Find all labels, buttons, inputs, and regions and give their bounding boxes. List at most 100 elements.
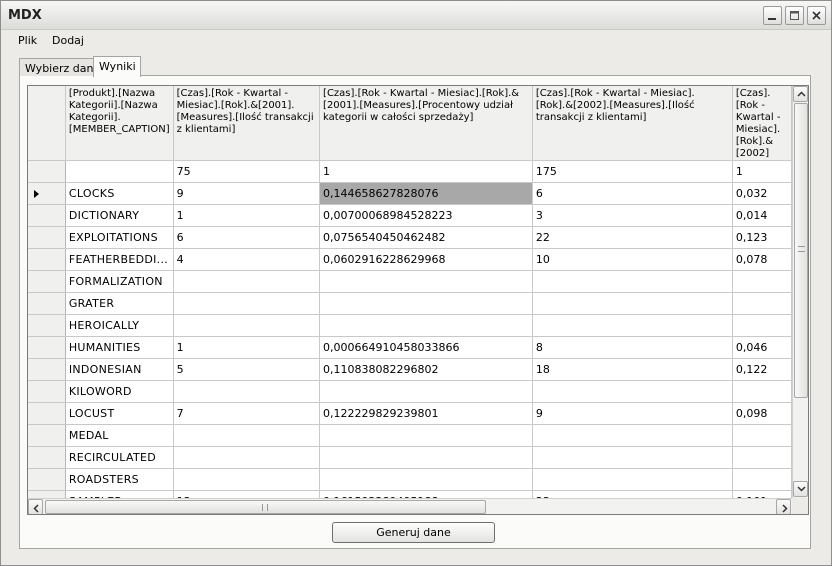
value-cell[interactable]: 0,110838082296802 — [319, 358, 533, 381]
value-cell[interactable] — [319, 314, 533, 337]
value-cell[interactable]: 1 — [173, 204, 321, 227]
value-cell[interactable]: 0,161592289495188 — [319, 490, 533, 498]
category-cell[interactable]: INDONESIAN — [65, 358, 174, 381]
value-cell[interactable]: 0,122229829239801 — [319, 402, 533, 425]
column-header[interactable]: [Czas].[Rok - Kwartal - Miesiac].[Rok].&… — [732, 86, 792, 161]
table-row[interactable]: FEATHERBEDDI... 4 0,0602916228629968 10 0,07… — [28, 248, 792, 271]
category-cell[interactable]: FEATHERBEDDI... — [65, 248, 174, 271]
value-cell[interactable]: 0,0756540450462482 — [319, 226, 533, 249]
table-row[interactable]: ROADSTERS — [28, 468, 792, 491]
table-row[interactable]: FORMALIZATION — [28, 270, 792, 293]
value-cell[interactable] — [732, 380, 792, 403]
value-cell[interactable]: 0,078 — [732, 248, 792, 271]
category-cell[interactable]: HUMANITIES — [65, 336, 174, 359]
row-header[interactable] — [28, 314, 66, 337]
table-row[interactable]: DICTIONARY 1 0,00700068984528223 3 0,014 — [28, 204, 792, 227]
value-cell[interactable]: 0,122 — [732, 358, 792, 381]
value-cell[interactable] — [532, 468, 733, 491]
close-button[interactable] — [807, 6, 826, 25]
row-header[interactable] — [28, 380, 66, 403]
table-row[interactable]: SAMPLER130,161592289495188230,101 — [28, 490, 792, 498]
value-cell[interactable] — [532, 292, 733, 315]
value-cell[interactable]: 1 — [732, 160, 792, 183]
value-cell[interactable] — [319, 270, 533, 293]
value-cell[interactable]: 0,144658627828076 — [319, 182, 533, 205]
category-cell[interactable]: RECIRCULATED — [65, 446, 174, 469]
table-row[interactable]: HUMANITIES 1 0,000664910458033866 8 0,046 — [28, 336, 792, 359]
value-cell[interactable] — [732, 468, 792, 491]
value-cell[interactable] — [319, 468, 533, 491]
tab-wybierz-dane[interactable]: Wybierz dane — [19, 58, 100, 76]
category-cell[interactable]: SAMPLER — [65, 490, 174, 498]
value-cell[interactable]: 0,032 — [732, 182, 792, 205]
value-cell[interactable]: 22 — [532, 226, 733, 249]
value-cell[interactable] — [732, 446, 792, 469]
category-cell[interactable]: DICTIONARY — [65, 204, 174, 227]
value-cell[interactable] — [173, 424, 321, 447]
table-row[interactable]: KILOWORD — [28, 380, 792, 403]
value-cell[interactable] — [173, 380, 321, 403]
table-row[interactable]: MEDAL — [28, 424, 792, 447]
category-cell[interactable]: FORMALIZATION — [65, 270, 174, 293]
value-cell[interactable]: 7 — [173, 402, 321, 425]
value-cell[interactable]: 13 — [173, 490, 321, 498]
value-cell[interactable]: 18 — [532, 358, 733, 381]
value-cell[interactable]: 8 — [532, 336, 733, 359]
value-cell[interactable]: 0,0602916228629968 — [319, 248, 533, 271]
vertical-scroll-thumb[interactable] — [794, 103, 808, 398]
value-cell[interactable]: 5 — [173, 358, 321, 381]
table-row[interactable]: CLOCKS 9 0,144658627828076 6 0,032 — [28, 182, 792, 205]
value-cell[interactable]: 0,014 — [732, 204, 792, 227]
value-cell[interactable]: 9 — [532, 402, 733, 425]
table-row[interactable]: INDONESIAN 5 0,110838082296802 18 0,122 — [28, 358, 792, 381]
value-cell[interactable] — [173, 446, 321, 469]
value-cell[interactable] — [319, 424, 533, 447]
value-cell[interactable] — [732, 314, 792, 337]
horizontal-scroll-thumb[interactable] — [45, 500, 486, 514]
value-cell[interactable] — [532, 314, 733, 337]
value-cell[interactable]: 23 — [532, 490, 733, 498]
column-header[interactable]: [Czas].[Rok - Kwartal - Miesiac].[Rok].&… — [319, 86, 533, 161]
category-cell[interactable]: KILOWORD — [65, 380, 174, 403]
value-cell[interactable]: 1 — [173, 336, 321, 359]
category-cell[interactable]: MEDAL — [65, 424, 174, 447]
value-cell[interactable] — [173, 292, 321, 315]
row-header[interactable] — [28, 182, 66, 205]
row-header[interactable] — [28, 226, 66, 249]
value-cell[interactable] — [319, 380, 533, 403]
row-header[interactable] — [28, 446, 66, 469]
menu-plik[interactable]: Plik — [18, 34, 37, 47]
column-header[interactable]: [Czas].[Rok - Kwartal - Miesiac].[Rok].&… — [532, 86, 733, 161]
category-cell[interactable]: CLOCKS — [65, 182, 174, 205]
vertical-scrollbar[interactable] — [792, 86, 808, 498]
results-grid[interactable]: [Produkt].[Nazwa Kategorii].[Nazwa Kateg… — [27, 85, 809, 515]
value-cell[interactable]: 75 — [173, 160, 321, 183]
value-cell[interactable] — [319, 292, 533, 315]
value-cell[interactable]: 0,046 — [732, 336, 792, 359]
value-cell[interactable] — [532, 446, 733, 469]
tab-wyniki[interactable]: Wyniki — [93, 56, 141, 77]
value-cell[interactable] — [732, 292, 792, 315]
row-header[interactable] — [28, 270, 66, 293]
value-cell[interactable] — [173, 314, 321, 337]
table-row[interactable]: GRATER — [28, 292, 792, 315]
column-header[interactable]: [Produkt].[Nazwa Kategorii].[Nazwa Kateg… — [65, 86, 174, 161]
value-cell[interactable] — [173, 270, 321, 293]
table-row[interactable]: RECIRCULATED — [28, 446, 792, 469]
row-header[interactable] — [28, 336, 66, 359]
value-cell[interactable] — [732, 424, 792, 447]
scroll-right-button[interactable] — [776, 499, 791, 514]
value-cell[interactable]: 0,101 — [732, 490, 792, 498]
value-cell[interactable]: 0,098 — [732, 402, 792, 425]
maximize-button[interactable] — [785, 6, 804, 25]
value-cell[interactable]: 1 — [319, 160, 533, 183]
value-cell[interactable] — [532, 424, 733, 447]
scroll-down-button[interactable] — [793, 481, 808, 497]
table-row[interactable]: 75 1 175 1 — [28, 160, 792, 183]
table-row[interactable]: HEROICALLY — [28, 314, 792, 337]
scroll-up-button[interactable] — [793, 86, 808, 102]
table-row[interactable]: EXPLOITATIONS 6 0,0756540450462482 22 0,123 — [28, 226, 792, 249]
category-cell[interactable]: GRATER — [65, 292, 174, 315]
table-row[interactable]: LOCUST 7 0,122229829239801 9 0,098 — [28, 402, 792, 425]
value-cell[interactable]: 6 — [532, 182, 733, 205]
